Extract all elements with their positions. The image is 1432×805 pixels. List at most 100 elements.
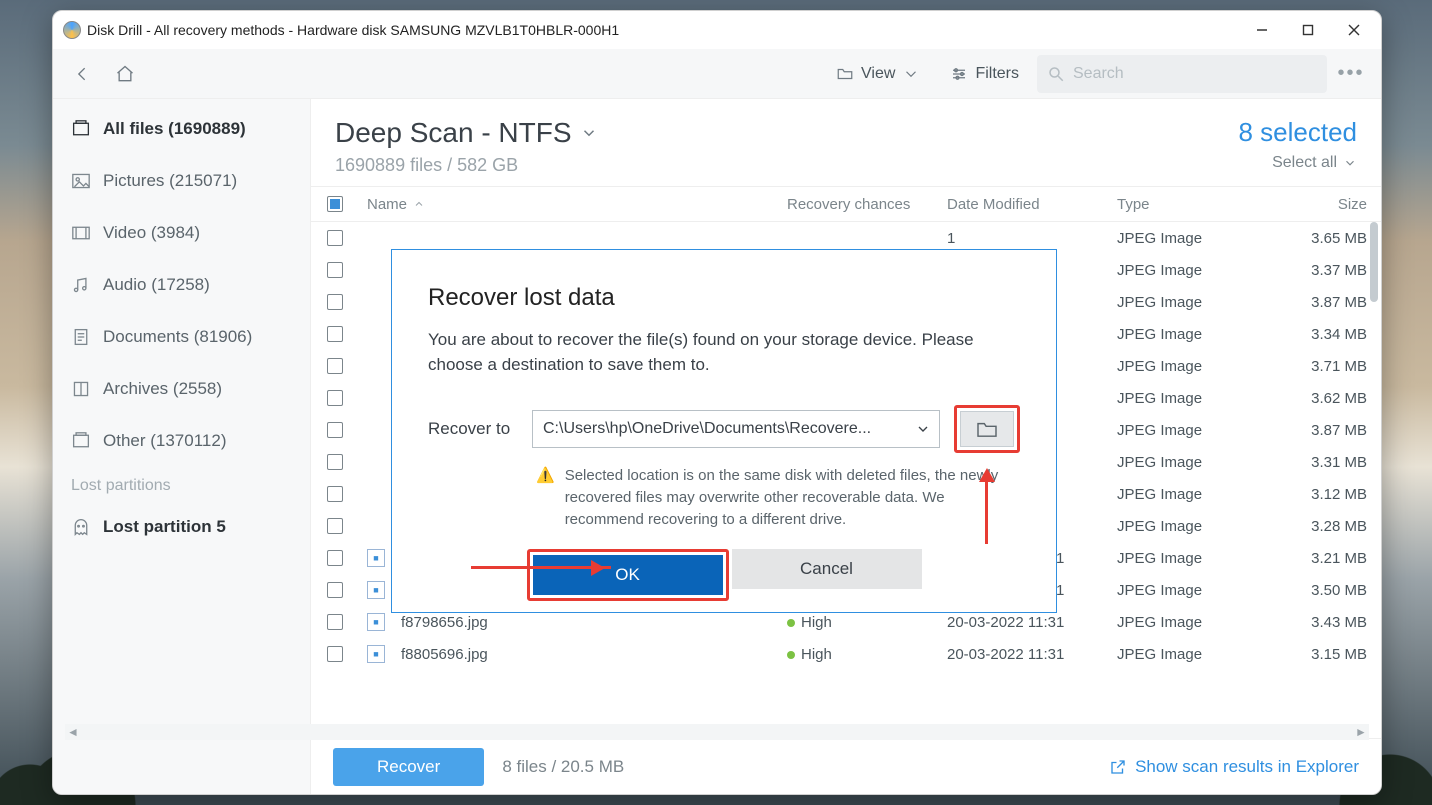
sidebar-item-label: Archives (2558) [103,379,222,399]
row-checkbox[interactable] [327,390,343,406]
sidebar-item-other[interactable]: Other (1370112) [53,415,310,467]
search-box[interactable] [1037,55,1327,93]
dialog-warning: Selected location is on the same disk wi… [565,465,1020,530]
header-checkbox[interactable] [327,196,343,212]
sidebar-item-label: Audio (17258) [103,275,210,295]
ghost-icon [71,518,91,536]
size-value: 3.87 MB [1267,294,1367,311]
annotation-highlight [954,405,1020,453]
toolbar: View Filters ••• [53,49,1381,99]
footer-summary: 8 files / 20.5 MB [502,757,624,777]
col-type[interactable]: Type [1117,196,1267,213]
size-value: 3.12 MB [1267,486,1367,503]
type-value: JPEG Image [1117,518,1267,535]
close-button[interactable] [1331,14,1377,46]
app-window: Disk Drill - All recovery methods - Hard… [52,10,1382,795]
col-date[interactable]: Date Modified [947,196,1117,213]
video-icon [71,224,91,242]
date-value: 20-03-2022 11:31 [947,646,1117,663]
cancel-button[interactable]: Cancel [732,549,922,589]
file-icon: ■ [367,645,385,663]
home-button[interactable] [107,56,143,92]
more-button[interactable]: ••• [1333,56,1369,92]
browse-button[interactable] [960,411,1014,447]
sidebar-item-documents[interactable]: Documents (81906) [53,311,310,363]
sidebar-item-archives[interactable]: Archives (2558) [53,363,310,415]
footer: Recover 8 files / 20.5 MB Show scan resu… [311,738,1381,794]
table-row[interactable]: ■f8805696.jpgHigh20-03-2022 11:31JPEG Im… [311,638,1381,670]
row-checkbox[interactable] [327,582,343,598]
folder-icon [836,65,854,83]
sidebar-item-all[interactable]: All files (1690889) [53,103,310,155]
sidebar-item-lost-partition[interactable]: Lost partition 5 [53,501,310,553]
type-value: JPEG Image [1117,486,1267,503]
row-checkbox[interactable] [327,422,343,438]
sidebar-item-label: Documents (81906) [103,327,252,347]
search-icon [1047,65,1065,83]
row-checkbox[interactable] [327,550,343,566]
type-value: JPEG Image [1117,230,1267,247]
row-checkbox[interactable] [327,230,343,246]
folder-icon [976,420,998,438]
chevron-down-icon [902,65,920,83]
recover-path-combo[interactable]: C:\Users\hp\OneDrive\Documents\Recovere.… [532,410,940,448]
row-checkbox[interactable] [327,518,343,534]
size-value: 3.65 MB [1267,230,1367,247]
minimize-button[interactable] [1239,14,1285,46]
sidebar-item-label: Video (3984) [103,223,200,243]
row-checkbox[interactable] [327,614,343,630]
recover-to-label: Recover to [428,419,518,439]
col-name[interactable]: Name [359,196,787,213]
size-value: 3.28 MB [1267,518,1367,535]
col-recovery[interactable]: Recovery chances [787,196,947,213]
show-in-explorer[interactable]: Show scan results in Explorer [1109,757,1359,777]
ok-button[interactable]: OK [533,555,723,595]
chevron-down-icon [1343,156,1357,170]
row-checkbox[interactable] [327,486,343,502]
sidebar-item-pictures[interactable]: Pictures (215071) [53,155,310,207]
file-icon: ■ [367,549,385,567]
external-icon [1109,758,1127,776]
row-checkbox[interactable] [327,262,343,278]
file-name: f8805696.jpg [401,646,488,663]
col-size[interactable]: Size [1267,196,1367,213]
search-input[interactable] [1073,65,1317,83]
select-all[interactable]: Select all [1272,154,1357,172]
row-checkbox[interactable] [327,454,343,470]
sidebar: All files (1690889) Pictures (215071) Vi… [53,99,311,794]
horizontal-scrollbar[interactable]: ◄► [311,724,1369,740]
stack-icon [71,120,91,138]
recover-button[interactable]: Recover [333,748,484,786]
view-dropdown[interactable]: View [824,56,932,92]
row-checkbox[interactable] [327,326,343,342]
sidebar-item-label: Pictures (215071) [103,171,237,191]
chevron-down-icon [915,421,931,437]
sidebar-item-video[interactable]: Video (3984) [53,207,310,259]
size-value: 3.50 MB [1267,582,1367,599]
sidebar-item-label: All files (1690889) [103,119,246,139]
size-value: 3.15 MB [1267,646,1367,663]
file-icon: ■ [367,613,385,631]
dialog-body: You are about to recover the file(s) fou… [428,328,1020,377]
maximize-button[interactable] [1285,14,1331,46]
type-value: JPEG Image [1117,390,1267,407]
app-icon [63,21,81,39]
row-checkbox[interactable] [327,294,343,310]
date-value: 1 [947,230,1117,247]
recovery-value: High [801,646,832,663]
row-checkbox[interactable] [327,646,343,662]
selected-count: 8 selected [1238,117,1357,148]
vertical-scrollbar[interactable] [1370,222,1378,302]
back-button[interactable] [65,56,101,92]
filters-button[interactable]: Filters [938,56,1031,92]
recovery-value: High [801,614,832,631]
sliders-icon [950,65,968,83]
chevron-down-icon [580,124,598,142]
date-value: 20-03-2022 11:31 [947,614,1117,631]
chevron-up-icon [413,198,425,210]
type-value: JPEG Image [1117,550,1267,567]
audio-icon [71,276,91,294]
scan-title[interactable]: Deep Scan - NTFS [335,117,1238,149]
row-checkbox[interactable] [327,358,343,374]
sidebar-item-audio[interactable]: Audio (17258) [53,259,310,311]
